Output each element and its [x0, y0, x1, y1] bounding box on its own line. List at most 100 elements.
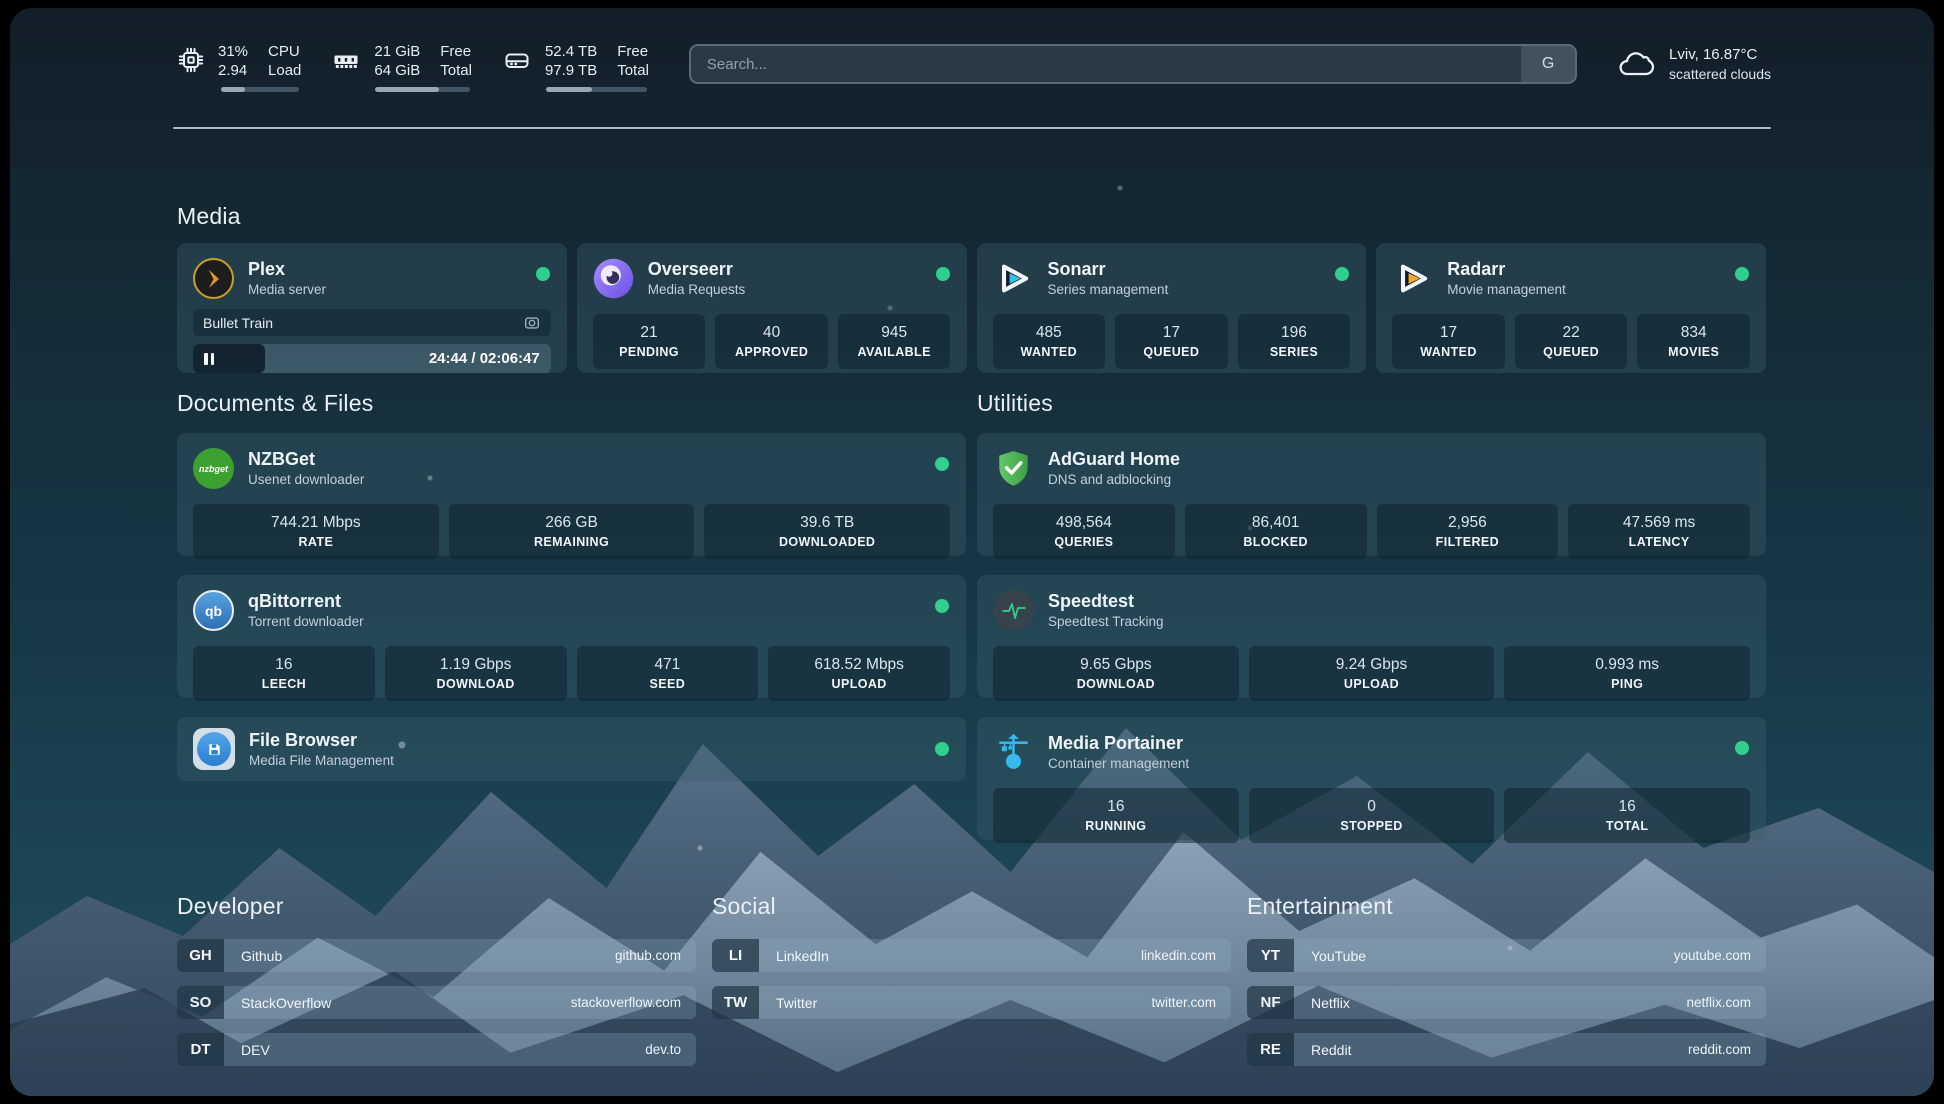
- section-title-social: Social: [712, 893, 1231, 920]
- app-title: AdGuard Home: [1048, 448, 1180, 470]
- app-subtitle: Torrent downloader: [248, 613, 364, 631]
- link-name: YouTube: [1294, 939, 1366, 972]
- disk-progress-fill: [546, 87, 592, 92]
- playback-bar[interactable]: 24:44 / 02:06:47: [193, 344, 551, 373]
- adguard-icon: [993, 448, 1034, 489]
- memory-free-label: Free: [440, 42, 472, 61]
- link-abbr: YT: [1247, 939, 1294, 972]
- disk-free-value: 52.4 TB: [545, 42, 597, 61]
- cloud-icon: [1615, 48, 1655, 80]
- stat-box: 40 APPROVED: [715, 314, 828, 369]
- stat-box: 0 STOPPED: [1249, 788, 1495, 843]
- stat-box: 9.65 Gbps DOWNLOAD: [993, 646, 1239, 701]
- memory-total-label: Total: [440, 61, 472, 80]
- link-name: Twitter: [759, 986, 817, 1019]
- search-bar[interactable]: G: [689, 44, 1577, 84]
- link-youtube[interactable]: YT YouTube youtube.com: [1247, 939, 1766, 972]
- link-linkedin[interactable]: LI LinkedIn linkedin.com: [712, 939, 1231, 972]
- link-url: twitter.com: [1151, 986, 1231, 1019]
- link-netflix[interactable]: NF Netflix netflix.com: [1247, 986, 1766, 1019]
- link-url: dev.to: [645, 1033, 696, 1066]
- developer-section: Developer GH Github github.com SO StackO…: [177, 893, 696, 1066]
- section-title-developer: Developer: [177, 893, 696, 920]
- search-engine-button[interactable]: G: [1521, 46, 1575, 82]
- app-title: Plex: [248, 258, 326, 280]
- link-url: stackoverflow.com: [571, 986, 696, 1019]
- app-subtitle: Movie management: [1447, 281, 1566, 299]
- disk-total-label: Total: [617, 61, 649, 80]
- stat-box: 22 QUEUED: [1515, 314, 1628, 369]
- link-url: youtube.com: [1674, 939, 1766, 972]
- status-dot: [536, 267, 550, 281]
- app-title: File Browser: [249, 729, 394, 751]
- app-title: Radarr: [1447, 258, 1566, 280]
- link-reddit[interactable]: RE Reddit reddit.com: [1247, 1033, 1766, 1066]
- ram-icon: [331, 46, 361, 74]
- link-github[interactable]: GH Github github.com: [177, 939, 696, 972]
- camera-icon[interactable]: [523, 314, 541, 332]
- app-subtitle: DNS and adblocking: [1048, 471, 1180, 489]
- memory-free-value: 21 GiB: [374, 42, 420, 61]
- memory-stat: 21 GiB 64 GiB Free Total: [331, 42, 472, 92]
- app-card-adguard[interactable]: AdGuard Home DNS and adblocking 498,564 …: [977, 433, 1766, 556]
- app-card-filebrowser[interactable]: File Browser Media File Management: [177, 717, 966, 781]
- status-dot: [935, 457, 949, 471]
- link-abbr: SO: [177, 986, 224, 1019]
- portainer-icon: [993, 732, 1034, 773]
- top-bar: 31% 2.94 CPU Load: [177, 38, 1771, 96]
- memory-progress-fill: [375, 87, 438, 92]
- topbar-divider: [173, 127, 1771, 129]
- link-abbr: GH: [177, 939, 224, 972]
- playback-progress: [193, 344, 265, 373]
- stat-box: 47.569 ms LATENCY: [1568, 504, 1750, 559]
- pause-icon[interactable]: [204, 353, 208, 365]
- stat-box: 744.21 Mbps RATE: [193, 504, 439, 559]
- section-title-entertainment: Entertainment: [1247, 893, 1766, 920]
- app-card-portainer[interactable]: Media Portainer Container management 16 …: [977, 717, 1766, 840]
- stat-box: 9.24 Gbps UPLOAD: [1249, 646, 1495, 701]
- status-dot: [936, 267, 950, 281]
- app-card-qbittorrent[interactable]: qb qBittorrent Torrent downloader 16 LEE…: [177, 575, 966, 698]
- section-title-documents: Documents & Files: [177, 390, 966, 417]
- app-subtitle: Series management: [1048, 281, 1169, 299]
- app-card-overseerr[interactable]: Overseerr Media Requests 21 PENDING 40 A…: [577, 243, 967, 373]
- link-abbr: DT: [177, 1033, 224, 1066]
- link-url: github.com: [615, 939, 696, 972]
- utilities-column: Utilities: [977, 373, 1766, 840]
- cpu-load-label: Load: [268, 61, 301, 80]
- disk-stat: 52.4 TB 97.9 TB Free Total: [502, 42, 649, 92]
- status-dot: [935, 599, 949, 613]
- weather-location-temp: Lviv, 16.87°C: [1669, 45, 1771, 65]
- stat-box: 834 MOVIES: [1637, 314, 1750, 369]
- cpu-load-value: 2.94: [218, 61, 248, 80]
- link-name: DEV: [224, 1033, 270, 1066]
- stat-box: 39.6 TB DOWNLOADED: [704, 504, 950, 559]
- link-twitter[interactable]: TW Twitter twitter.com: [712, 986, 1231, 1019]
- app-card-plex[interactable]: Plex Media server Bullet Train: [177, 243, 567, 373]
- link-stackoverflow[interactable]: SO StackOverflow stackoverflow.com: [177, 986, 696, 1019]
- stat-box: 16 RUNNING: [993, 788, 1239, 843]
- link-name: Reddit: [1294, 1033, 1351, 1066]
- app-card-nzbget[interactable]: nzbget NZBGet Usenet downloader 744.21 M…: [177, 433, 966, 556]
- stat-box: 618.52 Mbps UPLOAD: [768, 646, 950, 701]
- dashboard-screen: 31% 2.94 CPU Load: [10, 8, 1934, 1096]
- app-card-sonarr[interactable]: Sonarr Series management 485 WANTED 17 Q…: [977, 243, 1367, 373]
- cpu-icon: [177, 46, 205, 74]
- app-subtitle: Media Requests: [648, 281, 746, 299]
- cpu-progress-bar: [221, 87, 299, 92]
- app-card-radarr[interactable]: Radarr Movie management 17 WANTED 22 QUE…: [1376, 243, 1766, 373]
- entertainment-section: Entertainment YT YouTube youtube.com NF …: [1247, 893, 1766, 1066]
- app-card-speedtest[interactable]: Speedtest Speedtest Tracking 9.65 Gbps D…: [977, 575, 1766, 698]
- link-dev[interactable]: DT DEV dev.to: [177, 1033, 696, 1066]
- playback-time: 24:44 / 02:06:47: [429, 344, 540, 373]
- qbittorrent-icon: qb: [193, 590, 234, 631]
- link-url: reddit.com: [1688, 1033, 1766, 1066]
- app-subtitle: Container management: [1048, 755, 1189, 773]
- search-input[interactable]: [691, 46, 1521, 82]
- section-title-utilities: Utilities: [977, 390, 1766, 417]
- link-name: Github: [224, 939, 282, 972]
- link-abbr: TW: [712, 986, 759, 1019]
- stat-box: 17 WANTED: [1392, 314, 1505, 369]
- sonarr-icon: [993, 258, 1034, 299]
- disk-total-value: 97.9 TB: [545, 61, 597, 80]
